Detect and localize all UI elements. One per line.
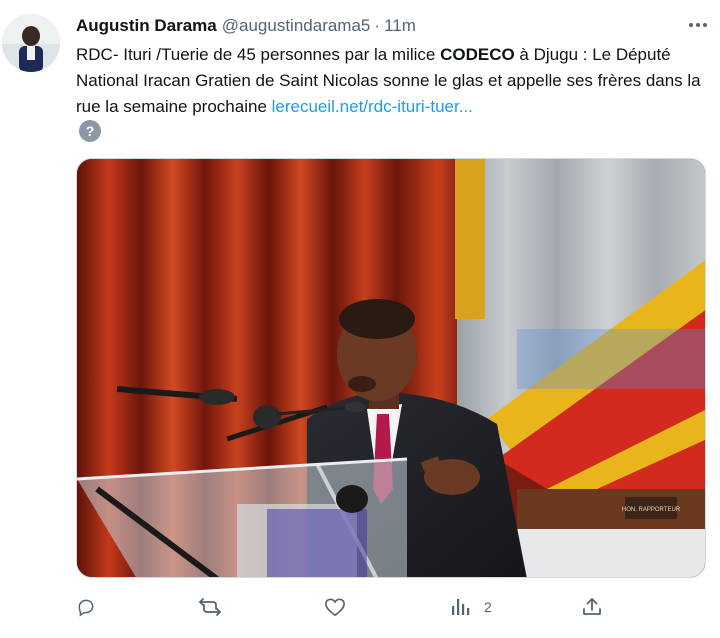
retweet-button[interactable]	[198, 592, 222, 622]
tweet-link[interactable]: lerecueil.net/rdc-ituri-tuer...	[272, 97, 473, 116]
author-name[interactable]: Augustin Darama	[76, 16, 217, 36]
tweet-text: RDC- Ituri /Tuerie de 45 personnes par l…	[76, 42, 704, 120]
more-horizontal-icon	[689, 23, 707, 27]
more-options-button[interactable]	[684, 12, 712, 38]
views-count: 2	[484, 599, 492, 615]
share-button[interactable]	[582, 592, 602, 622]
tweet-text-part1: RDC- Ituri /Tuerie de 45 personnes par l…	[76, 45, 441, 64]
reply-icon	[78, 599, 94, 617]
author-handle[interactable]: @augustindarama5	[222, 16, 371, 36]
avatar[interactable]	[2, 14, 60, 72]
tweet-actions: 2	[76, 592, 706, 622]
separator-dot: ·	[374, 16, 381, 35]
tweet-header: Augustin Darama @augustindarama5 · 11m	[76, 14, 700, 38]
like-icon	[325, 598, 345, 617]
retweet-icon	[199, 598, 221, 616]
views-button[interactable]: 2	[450, 592, 492, 622]
views-icon	[452, 599, 470, 615]
share-icon	[583, 598, 601, 615]
unknown-emoji-icon: ?	[79, 120, 101, 142]
timestamp[interactable]: 11m	[384, 16, 416, 36]
tweet-text-bold: CODECO	[440, 45, 515, 64]
reply-button[interactable]	[76, 592, 96, 622]
tweet[interactable]: Augustin Darama @augustindarama5 · 11m R…	[0, 0, 720, 638]
tweet-media-image[interactable]: HON. RAPPORTEUR	[76, 158, 706, 578]
name-placard: HON. RAPPORTEUR	[622, 507, 681, 513]
like-button[interactable]	[324, 592, 346, 622]
